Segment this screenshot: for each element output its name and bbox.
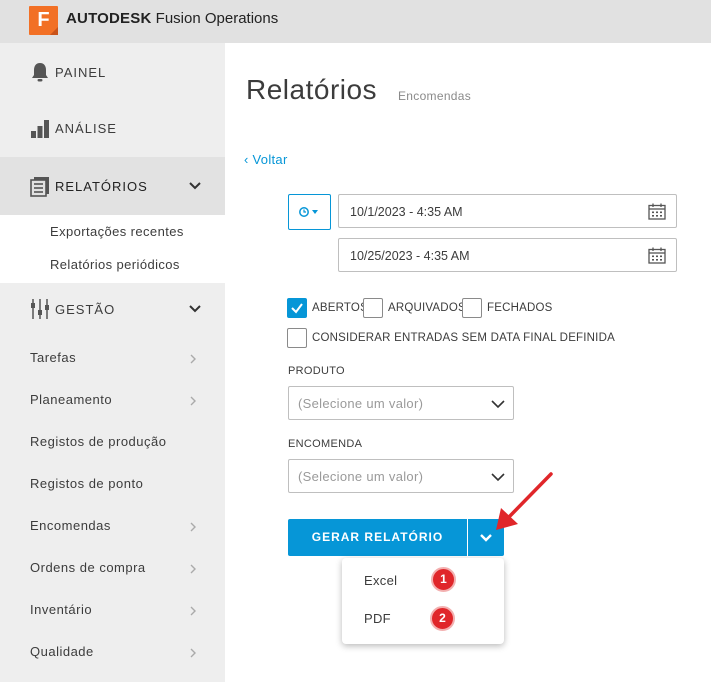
- calendar-icon[interactable]: [648, 203, 666, 220]
- sidebar-item-tarefas[interactable]: Tarefas: [0, 337, 225, 379]
- sidebar-item-label: Tarefas: [30, 350, 77, 365]
- back-link[interactable]: ‹ Voltar: [244, 152, 288, 167]
- sidebar-item-planeamento[interactable]: Planeamento: [0, 379, 225, 421]
- annotation-arrow-icon: [496, 472, 553, 530]
- sidebar: PAINEL ANÁLISE RELATÓRIOS Exportações re…: [0, 43, 225, 682]
- chevron-right-icon: [190, 564, 196, 574]
- reports-icon: [30, 177, 49, 197]
- sidebar-item-label: Qualidade: [30, 644, 94, 659]
- page-subtitle: Encomendas: [398, 89, 472, 103]
- nav-painel[interactable]: PAINEL: [0, 43, 225, 101]
- chevron-down-icon: [480, 534, 492, 542]
- time-range-button[interactable]: [288, 194, 331, 230]
- checkbox-abertos-label: ABERTOS: [312, 302, 368, 314]
- app-logo[interactable]: F: [29, 6, 58, 35]
- sidebar-item-label: Ordens de compra: [30, 560, 146, 575]
- calendar-icon[interactable]: [648, 247, 666, 264]
- nav-gestao-label: GESTÃO: [55, 301, 116, 317]
- chevron-down-icon[interactable]: [188, 179, 202, 193]
- checkbox-consider-label: CONSIDERAR ENTRADAS SEM DATA FINAL DEFIN…: [312, 332, 615, 344]
- brand-rest: Fusion Operations: [155, 10, 279, 27]
- top-bar: F AUTODESK Fusion Operations: [0, 0, 711, 43]
- date-from-value: 10/1/2023 - 4:35 AM: [350, 205, 463, 219]
- date-from-field[interactable]: 10/1/2023 - 4:35 AM: [338, 194, 677, 228]
- sidebar-item-label: Encomendas: [30, 518, 111, 533]
- sidebar-item-registos-producao[interactable]: Registos de produção: [0, 421, 225, 463]
- checkbox-abertos[interactable]: [287, 298, 307, 318]
- checkbox-arquivados[interactable]: [363, 298, 383, 318]
- order-placeholder: (Selecione um valor): [298, 469, 424, 484]
- checkbox-arquivados-label: ARQUIVADOS: [388, 302, 466, 314]
- nav-relatorios-label: RELATÓRIOS: [55, 178, 148, 194]
- chevron-down-icon: [491, 400, 505, 409]
- sidebar-item-registos-ponto[interactable]: Registos de ponto: [0, 463, 225, 505]
- chevron-right-icon: [190, 396, 196, 406]
- sidebar-item-label: Registos de ponto: [30, 476, 144, 491]
- date-to-value: 10/25/2023 - 4:35 AM: [350, 249, 470, 263]
- bar-chart-icon: [31, 120, 49, 138]
- sidebar-item-inventario[interactable]: Inventário: [0, 589, 225, 631]
- sliders-icon: [31, 299, 49, 319]
- date-to-field[interactable]: 10/25/2023 - 4:35 AM: [338, 238, 677, 272]
- reports-subnav: Exportações recentes Relatórios periódic…: [0, 215, 225, 283]
- order-label: ENCOMENDA: [288, 438, 363, 450]
- chevron-right-icon: [190, 648, 196, 658]
- brand-title: AUTODESK Fusion Operations: [66, 10, 278, 27]
- sidebar-item-ordens-compra[interactable]: Ordens de compra: [0, 547, 225, 589]
- subnav-periodic-reports[interactable]: Relatórios periódicos: [50, 257, 180, 272]
- chevron-right-icon: [190, 606, 196, 616]
- nav-relatorios[interactable]: RELATÓRIOS: [0, 157, 225, 215]
- page-title: Relatórios: [246, 74, 378, 105]
- nav-analise-label: ANÁLISE: [55, 120, 117, 136]
- brand-bold: AUTODESK: [66, 10, 152, 27]
- nav-painel-label: PAINEL: [55, 64, 107, 80]
- chevron-right-icon: [190, 522, 196, 532]
- sidebar-item-label: Planeamento: [30, 392, 113, 407]
- menu-item-excel[interactable]: Excel: [364, 573, 397, 588]
- sidebar-item-encomendas[interactable]: Encomendas: [0, 505, 225, 547]
- format-menu: Excel PDF: [342, 558, 504, 644]
- step-badge-2: 2: [430, 606, 455, 631]
- bell-icon: [32, 63, 48, 82]
- sidebar-item-label: Registos de produção: [30, 434, 167, 449]
- product-label: PRODUTO: [288, 365, 345, 377]
- checkbox-fechados[interactable]: [462, 298, 482, 318]
- step-badge-1: 1: [431, 567, 456, 592]
- checkbox-consider-no-end[interactable]: [287, 328, 307, 348]
- product-placeholder: (Selecione um valor): [298, 396, 424, 411]
- order-select[interactable]: (Selecione um valor): [288, 459, 514, 493]
- generate-report-button[interactable]: GERAR RELATÓRIO: [288, 519, 467, 556]
- sidebar-item-label: Inventário: [30, 602, 93, 617]
- sidebar-item-qualidade[interactable]: Qualidade: [0, 631, 225, 673]
- chevron-down-icon[interactable]: [188, 302, 202, 316]
- checkbox-fechados-label: FECHADOS: [487, 302, 553, 314]
- nav-gestao[interactable]: GESTÃO: [0, 280, 225, 338]
- subnav-recent-exports[interactable]: Exportações recentes: [50, 224, 184, 239]
- product-select[interactable]: (Selecione um valor): [288, 386, 514, 420]
- check-icon: [291, 303, 303, 314]
- chevron-right-icon: [190, 354, 196, 364]
- clock-icon: [299, 207, 318, 217]
- nav-analise[interactable]: ANÁLISE: [0, 99, 225, 157]
- menu-item-pdf[interactable]: PDF: [364, 611, 391, 626]
